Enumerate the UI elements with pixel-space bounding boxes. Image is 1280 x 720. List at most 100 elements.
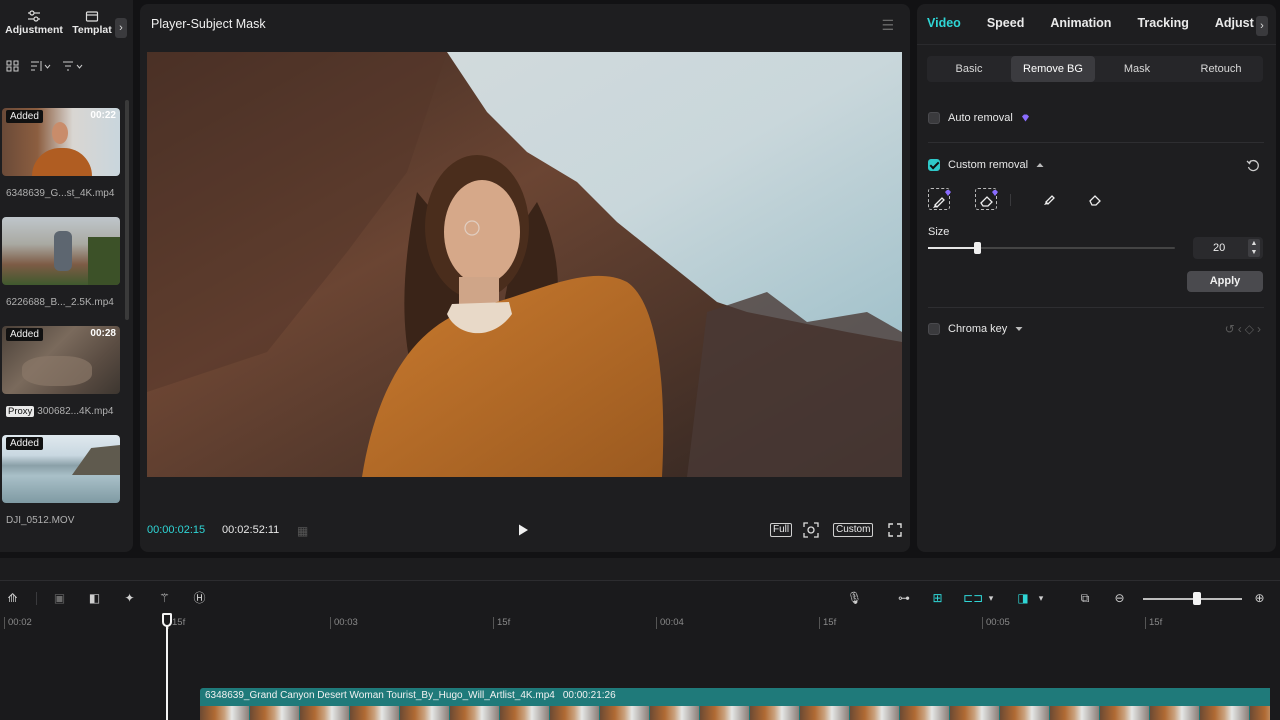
- ruler-label: 00:03: [330, 617, 358, 629]
- media-item[interactable]: Added 00:28 Proxy 300682...4K.mp4: [2, 324, 120, 433]
- subtab-retouch[interactable]: Retouch: [1179, 56, 1263, 82]
- media-item[interactable]: Added 00:22 6348639_G...st_4K.mp4: [2, 106, 120, 215]
- freeze-icon[interactable]: ▣: [51, 590, 68, 607]
- eraser-tool[interactable]: [1084, 188, 1106, 210]
- zoom-slider-knob[interactable]: [1193, 592, 1202, 605]
- reset-icon[interactable]: [1246, 159, 1260, 173]
- smart-brush-tool[interactable]: [928, 188, 951, 210]
- split-preview-icon[interactable]: ◨: [1012, 590, 1034, 607]
- template-icon: [85, 11, 99, 22]
- chevron-down-icon[interactable]: ▾: [1036, 590, 1046, 607]
- clip-filmstrip: [200, 706, 1270, 720]
- media-name: DJI_0512.MOV: [6, 515, 75, 526]
- proxy-badge: Proxy: [6, 406, 35, 417]
- total-time: 00:02:52:11: [222, 524, 280, 536]
- app-window: Adjustment Templat › Added 00:22 6348639…: [0, 0, 1280, 720]
- link-icon[interactable]: ⊶: [893, 590, 915, 607]
- auto-caption-icon[interactable]: ⟰: [4, 590, 21, 607]
- keyframe-icon[interactable]: ◇: [1245, 322, 1257, 336]
- tab-adjust[interactable]: Adjust: [1215, 16, 1254, 30]
- auto-removal-checkbox[interactable]: [928, 112, 940, 124]
- player-title: Player-Subject Mask: [151, 17, 266, 31]
- play-icon[interactable]: [516, 523, 530, 537]
- snap-icon[interactable]: ⊞: [929, 590, 946, 607]
- size-slider[interactable]: [928, 242, 1175, 254]
- keyframe-next-icon[interactable]: ›: [1257, 322, 1264, 336]
- mirror-icon[interactable]: ◧: [86, 590, 103, 607]
- media-added-badge: Added: [6, 328, 43, 341]
- size-slider-knob[interactable]: [974, 242, 982, 254]
- size-value: 20: [1213, 242, 1226, 254]
- tab-video[interactable]: Video: [927, 16, 961, 30]
- media-added-badge: Added: [6, 110, 43, 123]
- microphone-icon[interactable]: 🎙: [846, 590, 863, 607]
- auto-removal-row: Auto removal: [928, 112, 1030, 124]
- brush-icon: [1044, 195, 1055, 205]
- keyframe-prev-icon[interactable]: ‹: [1238, 322, 1245, 336]
- chevron-down-icon[interactable]: ▾: [986, 590, 996, 607]
- tab-tracking[interactable]: Tracking: [1137, 16, 1188, 30]
- tab-animation[interactable]: Animation: [1050, 16, 1111, 30]
- playhead[interactable]: [166, 614, 168, 720]
- tab-templates[interactable]: Templat: [62, 10, 122, 36]
- ruler-label: 15f: [493, 617, 510, 629]
- fullscreen-icon[interactable]: [888, 523, 902, 537]
- filter-icon[interactable]: [62, 60, 84, 72]
- grid-icon[interactable]: ▦: [297, 524, 317, 538]
- timeline-ruler[interactable]: 00:02 15f 00:03 15f 00:04 15f 00:05 15f: [0, 614, 1280, 632]
- stepper-icon[interactable]: ▲ ▼: [1248, 239, 1260, 257]
- sliders-icon: [28, 10, 40, 22]
- tab-templates-label: Templat: [72, 24, 112, 36]
- filmstrip-frame: [700, 706, 749, 720]
- tab-speed[interactable]: Speed: [987, 16, 1025, 30]
- expand-caret-icon[interactable]: [1015, 326, 1023, 332]
- filmstrip-frame: [400, 706, 449, 720]
- subtab-basic[interactable]: Basic: [927, 56, 1011, 82]
- focus-icon[interactable]: [803, 522, 819, 538]
- smart-eraser-tool[interactable]: [975, 188, 998, 210]
- media-name: 6226688_B..._2.5K.mp4: [6, 297, 114, 308]
- video-clip[interactable]: 6348639_Grand Canyon Desert Woman Touris…: [200, 688, 1270, 720]
- divider: [36, 592, 37, 605]
- apply-button[interactable]: Apply: [1187, 271, 1263, 292]
- filmstrip-frame: [950, 706, 999, 720]
- magnet-icon[interactable]: ⊏⊐: [962, 590, 984, 607]
- reset-icon[interactable]: ↺: [1225, 322, 1238, 336]
- zoom-in-icon[interactable]: ⊕: [1251, 590, 1268, 607]
- brush-tool[interactable]: [1038, 188, 1060, 210]
- chroma-key-controls: ↺‹◇›: [1225, 322, 1264, 336]
- media-name-text: 300682...4K.mp4: [37, 406, 114, 417]
- playhead-handle[interactable]: [162, 613, 172, 627]
- media-item[interactable]: Added DJI_0512.MOV: [2, 433, 120, 542]
- custom-ratio-button[interactable]: Custom: [833, 523, 874, 537]
- hd-icon[interactable]: Ⓗ: [191, 590, 208, 607]
- filmstrip-frame: [500, 706, 549, 720]
- magic-wand-icon[interactable]: ⚚: [156, 590, 173, 607]
- chevron-right-icon[interactable]: ›: [1256, 16, 1268, 36]
- preview-axis-icon[interactable]: ⧉: [1074, 590, 1096, 607]
- custom-removal-label: Custom removal: [948, 159, 1029, 171]
- panel-splitter[interactable]: [0, 558, 1280, 580]
- tab-adjustment[interactable]: Adjustment: [4, 10, 64, 36]
- sort-icon[interactable]: [30, 60, 52, 72]
- media-scrollbar[interactable]: [125, 100, 129, 320]
- video-preview[interactable]: [147, 52, 902, 477]
- eraser-icon: [1089, 195, 1101, 206]
- grid-view-icon[interactable]: [6, 60, 20, 72]
- subtab-remove-bg[interactable]: Remove BG: [1011, 56, 1095, 82]
- collapse-caret-icon[interactable]: [1036, 162, 1044, 168]
- custom-removal-checkbox[interactable]: [928, 159, 940, 171]
- filmstrip-frame: [350, 706, 399, 720]
- subtab-mask[interactable]: Mask: [1095, 56, 1179, 82]
- filmstrip-frame: [250, 706, 299, 720]
- ai-enhance-icon[interactable]: ✦: [121, 590, 138, 607]
- menu-icon[interactable]: ☰: [881, 17, 894, 34]
- chroma-key-checkbox[interactable]: [928, 323, 940, 335]
- chevron-right-icon[interactable]: ›: [115, 18, 127, 38]
- size-input[interactable]: 20 ▲ ▼: [1193, 237, 1263, 259]
- clip-name: 6348639_Grand Canyon Desert Woman Touris…: [205, 690, 555, 701]
- full-button[interactable]: Full: [770, 523, 793, 537]
- media-item[interactable]: 6226688_B..._2.5K.mp4: [2, 215, 120, 324]
- zoom-out-icon[interactable]: ⊖: [1111, 590, 1128, 607]
- ruler-label: 15f: [1145, 617, 1162, 629]
